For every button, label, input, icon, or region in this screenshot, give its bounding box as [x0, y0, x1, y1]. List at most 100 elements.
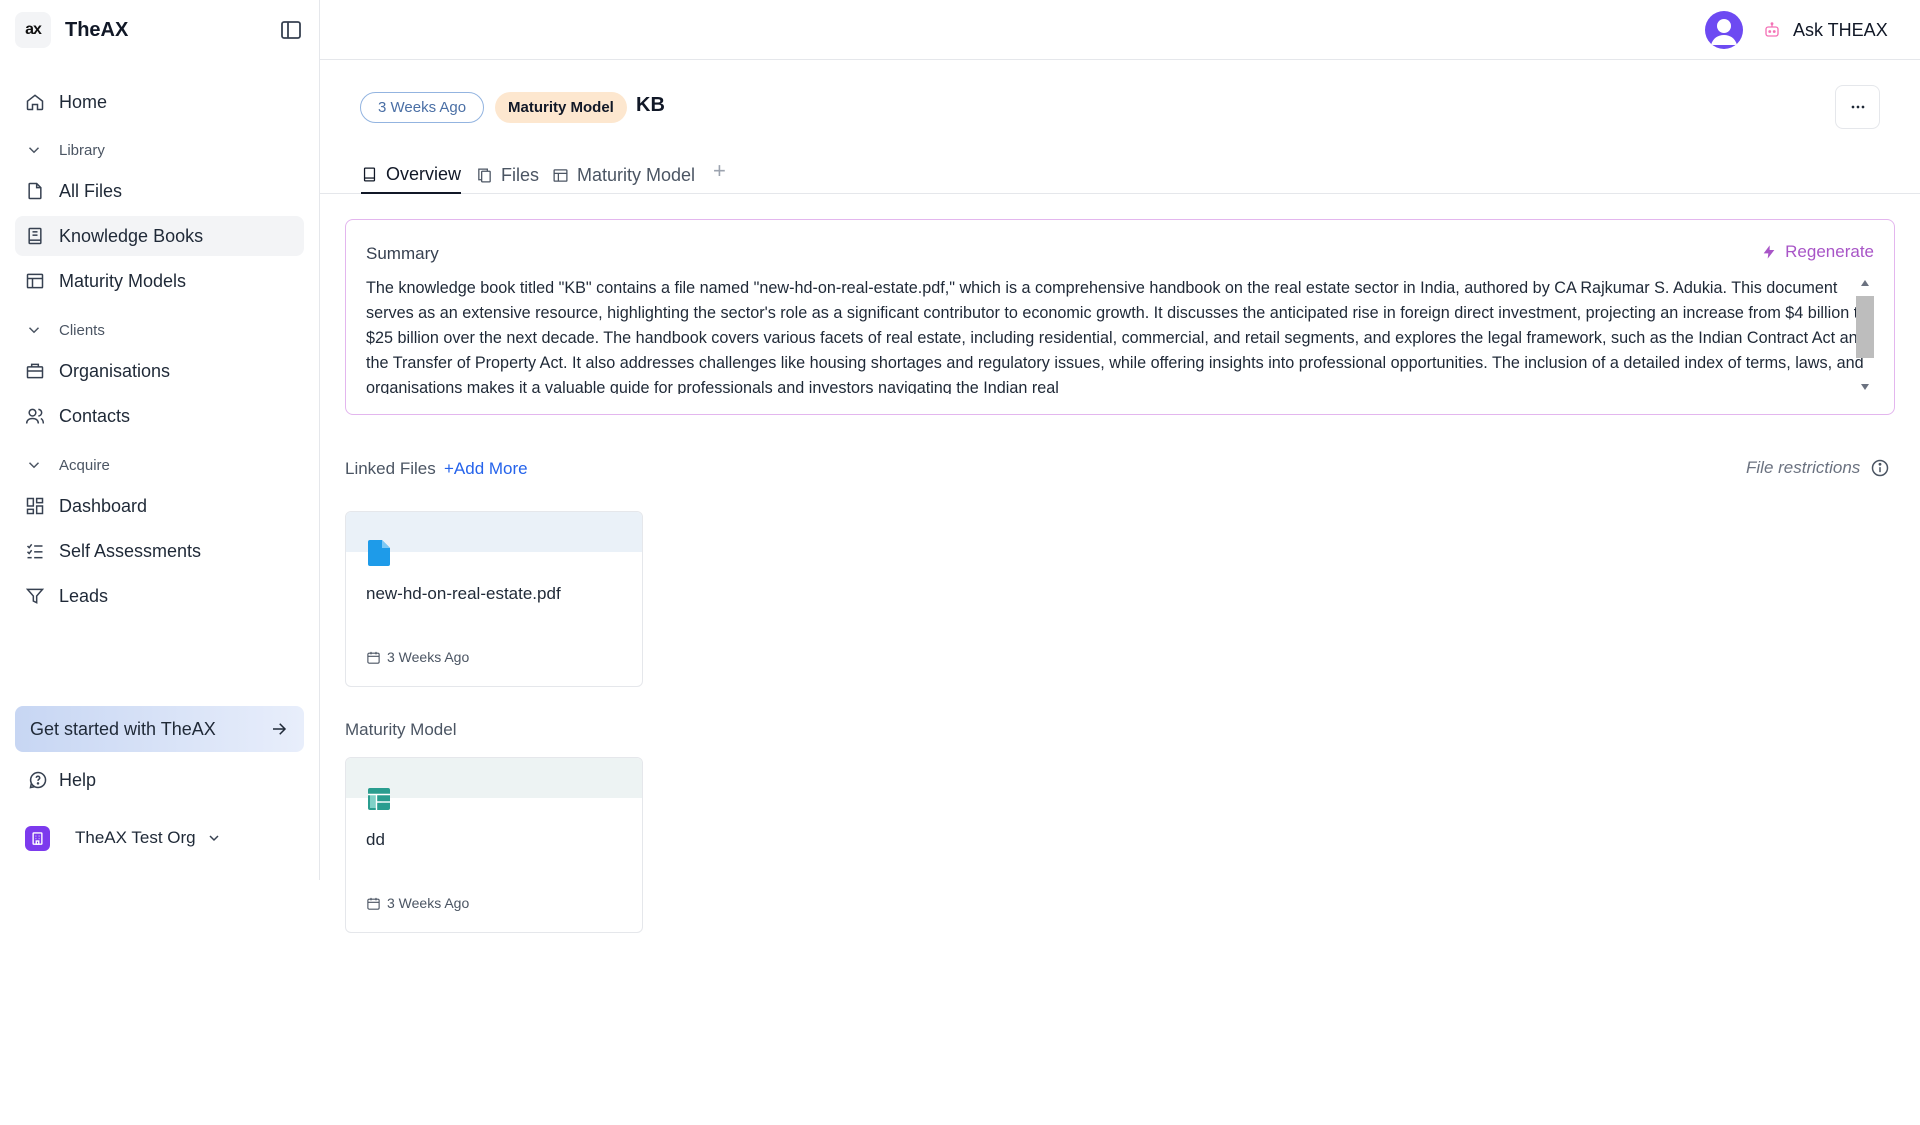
brand-logo: ax: [15, 12, 51, 48]
files-icon: [478, 167, 491, 183]
sidebar-item-label: Home: [59, 91, 108, 112]
chevron-down-icon: [28, 462, 40, 469]
dashboard-icon: [26, 497, 44, 515]
maturity-model-card[interactable]: dd 3 Weeks Ago: [345, 757, 643, 933]
tab-overview[interactable]: Overview: [361, 156, 462, 194]
calendar-icon: [367, 651, 380, 664]
add-tab-button[interactable]: +: [713, 160, 735, 182]
regenerate-label: Regenerate: [1785, 242, 1874, 261]
robot-icon: [1765, 22, 1779, 37]
regenerate-button[interactable]: Regenerate: [1761, 242, 1874, 262]
sidebar-item-label: Organisations: [59, 360, 171, 381]
calendar-icon: [367, 897, 380, 910]
table-grid-icon: [368, 788, 390, 810]
ellipsis-icon: [1851, 105, 1864, 109]
linked-files-label: Linked Files: [345, 459, 436, 478]
table-icon: [553, 168, 568, 182]
file-restrictions-link[interactable]: File restrictions: [1746, 458, 1890, 478]
summary-text: The knowledge book titled "KB" contains …: [366, 279, 1868, 394]
page-title: KB: [636, 94, 665, 116]
sidebar-item-organisations[interactable]: Organisations: [15, 351, 304, 391]
chevron-down-icon: [28, 147, 40, 154]
sidebar-item-all-files[interactable]: All Files: [15, 171, 304, 211]
sidebar-item-maturity-models[interactable]: Maturity Models: [15, 261, 304, 301]
sidebar-section-library[interactable]: Library: [15, 136, 304, 164]
chevron-down-icon: [209, 835, 219, 842]
sidebar-item-knowledge-books[interactable]: Knowledge Books: [15, 216, 304, 256]
get-started-label: Get started with TheAX: [30, 718, 216, 739]
org-name: TheAX Test Org: [75, 828, 196, 847]
card-header-band: [346, 512, 642, 552]
maturity-model-date-label: 3 Weeks Ago: [387, 895, 470, 911]
user-avatar[interactable]: [1705, 11, 1743, 49]
scroll-up-arrow[interactable]: [1861, 280, 1869, 286]
add-more-link[interactable]: +Add More: [444, 459, 528, 479]
sidebar-item-label: Knowledge Books: [59, 225, 204, 246]
card-header-band: [346, 758, 642, 798]
section-label: Library: [59, 141, 105, 159]
sidebar-item-dashboard[interactable]: Dashboard: [15, 486, 304, 526]
scroll-thumb[interactable]: [1856, 296, 1874, 358]
filter-icon: [25, 588, 45, 604]
chevron-down-icon: [28, 327, 40, 334]
ask-theax-label: Ask THEAX: [1793, 19, 1888, 40]
brand-logo-text: ax: [25, 21, 42, 38]
sidebar-item-home[interactable]: Home: [15, 82, 304, 122]
file-restrictions-label: File restrictions: [1746, 458, 1861, 477]
checklist-icon: [26, 543, 43, 559]
sidebar-section-clients[interactable]: Clients: [15, 316, 304, 344]
document-icon: [368, 540, 390, 566]
lightning-icon: [1763, 245, 1775, 259]
file-card[interactable]: new-hd-on-real-estate.pdf 3 Weeks Ago: [345, 511, 643, 687]
app-name: TheAX: [65, 18, 129, 41]
file-date: 3 Weeks Ago: [366, 649, 469, 665]
users-icon: [25, 408, 45, 424]
date-pill: 3 Weeks Ago: [360, 92, 485, 123]
sidebar-item-label: Dashboard: [59, 495, 148, 516]
help-link[interactable]: Help: [28, 766, 96, 794]
sidebar: ax TheAX Home Library All Files Knowledg…: [0, 0, 320, 880]
more-options-button[interactable]: [1835, 85, 1880, 129]
summary-title: Summary: [366, 244, 439, 263]
brand[interactable]: ax TheAX: [15, 12, 128, 48]
sidebar-item-label: Self Assessments: [59, 540, 202, 561]
section-label: Acquire: [59, 456, 110, 474]
book-icon: [28, 227, 42, 245]
tab-label: Maturity Model: [577, 164, 696, 185]
type-pill: Maturity Model: [495, 92, 627, 123]
summary-scrollbar[interactable]: [1856, 276, 1874, 394]
ask-theax-button[interactable]: Ask THEAX: [1763, 16, 1888, 44]
maturity-model-name: dd: [366, 830, 385, 849]
org-building-icon: [25, 825, 50, 851]
sidebar-item-label: Leads: [59, 585, 109, 606]
tab-label: Overview: [386, 163, 462, 184]
maturity-model-date: 3 Weeks Ago: [366, 895, 469, 911]
sidebar-item-label: Contacts: [59, 405, 131, 426]
file-icon: [28, 182, 42, 200]
org-switcher[interactable]: TheAX Test Org: [25, 824, 222, 852]
sidebar-item-self-assessments[interactable]: Self Assessments: [15, 531, 304, 571]
topbar: Ask THEAX: [320, 0, 1920, 60]
sidebar-toggle-icon[interactable]: [279, 18, 303, 42]
file-date-label: 3 Weeks Ago: [387, 649, 470, 665]
table-icon: [26, 273, 44, 289]
info-icon: [1872, 459, 1889, 477]
home-icon: [26, 94, 44, 111]
sidebar-item-label: Maturity Models: [59, 270, 187, 291]
sidebar-item-leads[interactable]: Leads: [15, 576, 304, 616]
tab-files[interactable]: Files: [476, 156, 539, 194]
sidebar-section-acquire[interactable]: Acquire: [15, 451, 304, 479]
building-icon: [26, 363, 44, 379]
get-started-button[interactable]: Get started with TheAX: [15, 706, 304, 752]
tab-maturity-model[interactable]: Maturity Model: [552, 156, 695, 194]
book-icon: [363, 166, 376, 182]
sidebar-item-label: All Files: [59, 180, 123, 201]
maturity-model-label: Maturity Model: [345, 720, 457, 739]
tab-label: Files: [501, 164, 540, 185]
section-label: Clients: [59, 321, 105, 339]
help-icon: [29, 771, 47, 789]
help-label: Help: [59, 769, 97, 790]
sidebar-item-contacts[interactable]: Contacts: [15, 396, 304, 436]
scroll-down-arrow[interactable]: [1861, 384, 1869, 390]
summary-card: Summary Regenerate The knowledge book ti…: [345, 219, 1895, 415]
